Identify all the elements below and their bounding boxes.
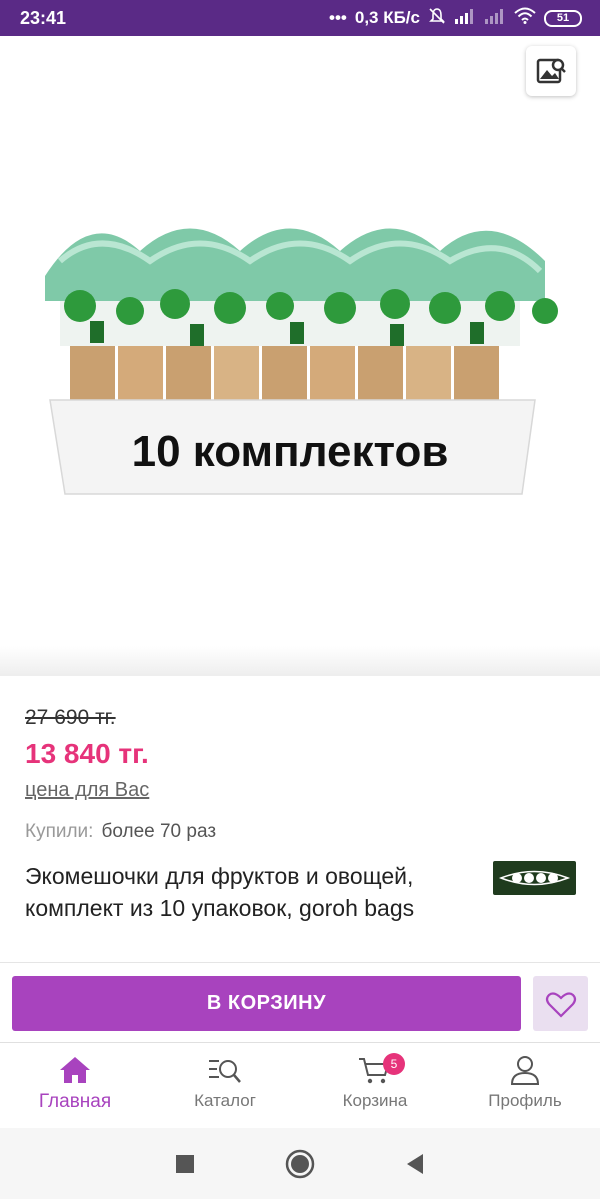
- nav-catalog-label: Каталог: [194, 1091, 256, 1110]
- status-time: 23:41: [20, 7, 67, 28]
- status-icons: ••• 0,3 КБ/с 51: [329, 7, 582, 30]
- nav-cart[interactable]: 5 Корзина: [300, 1043, 450, 1128]
- nav-profile[interactable]: Профиль: [450, 1043, 600, 1128]
- old-price: 27 690 тг.: [25, 706, 116, 729]
- product-image-gallery[interactable]: 10 комплектов: [0, 36, 600, 676]
- product-image: 10 комплектов: [45, 228, 558, 495]
- signal-icon: [454, 8, 476, 29]
- price-for-you-link[interactable]: цена для Вас: [25, 779, 149, 802]
- peas-logo-icon: [498, 870, 571, 886]
- cart-badge: 5: [383, 1053, 405, 1075]
- image-search-button[interactable]: [526, 46, 576, 96]
- bought-label: Купили:: [25, 821, 94, 842]
- product-title: Экомешочки для фруктов и овощей, комплек…: [25, 863, 415, 921]
- nav-cart-label: Корзина: [342, 1091, 408, 1110]
- system-navigation: [0, 1128, 600, 1199]
- profile-icon: [510, 1056, 540, 1085]
- home-circle-icon[interactable]: [285, 1149, 315, 1179]
- nav-catalog[interactable]: Каталог: [150, 1043, 300, 1128]
- battery-icon: 51: [544, 9, 582, 27]
- back-icon[interactable]: [405, 1153, 425, 1175]
- favorite-button[interactable]: [533, 976, 588, 1031]
- cart-action-bar: В КОРЗИНУ: [0, 962, 600, 1042]
- catalog-search-icon: [209, 1060, 241, 1083]
- image-search-icon: [536, 58, 566, 84]
- bottom-navigation: Главная Каталог 5 Корзина Профиль: [0, 1042, 600, 1128]
- bought-value: более 70 раз: [101, 821, 217, 842]
- mute-icon: [428, 7, 446, 30]
- nav-profile-label: Профиль: [488, 1091, 562, 1110]
- box-label: 10 комплектов: [132, 427, 449, 476]
- nav-home[interactable]: Главная: [0, 1043, 150, 1128]
- recent-apps-icon[interactable]: [175, 1154, 195, 1174]
- bought-count: Купили: более 70 раз: [25, 821, 216, 843]
- home-icon: [60, 1057, 90, 1083]
- bag-rolls: [45, 228, 558, 406]
- gallery-fade: [0, 646, 600, 676]
- heart-icon: [545, 991, 576, 1018]
- status-bar: 23:41 ••• 0,3 КБ/с 51: [0, 0, 600, 36]
- add-to-cart-button[interactable]: В КОРЗИНУ: [12, 976, 521, 1031]
- signal-icon: [484, 8, 506, 29]
- dots-icon: •••: [329, 8, 347, 27]
- network-speed: 0,3 КБ/с: [354, 8, 420, 27]
- new-price: 13 840 тг.: [25, 738, 149, 769]
- brand-logo[interactable]: [493, 861, 576, 895]
- nav-home-label: Главная: [38, 1091, 112, 1112]
- wifi-icon: [514, 7, 536, 29]
